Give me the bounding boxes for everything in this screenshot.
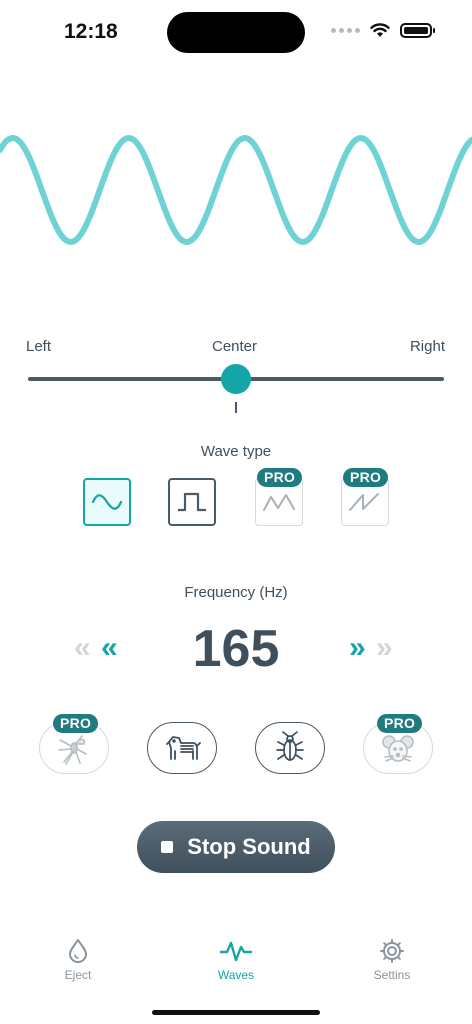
balance-left-label: Left [26, 338, 52, 355]
cellular-signal-icon [331, 28, 360, 33]
pro-badge: PRO [377, 714, 423, 733]
battery-icon [400, 23, 435, 38]
frequency-decrease-button[interactable]: « [101, 628, 118, 668]
tab-settings-label: Settins [373, 968, 411, 982]
sine-wave-icon [91, 494, 123, 510]
sawtooth-wave-icon [349, 493, 379, 511]
waveform-display [0, 134, 472, 246]
wave-type-sine-button[interactable] [83, 478, 131, 526]
preset-dog-button[interactable] [147, 722, 217, 774]
balance-slider-thumb[interactable] [221, 364, 251, 394]
tab-eject-label: Eject [64, 968, 92, 982]
stop-icon [161, 841, 174, 853]
tab-waves[interactable]: Waves [186, 938, 286, 982]
cockroach-icon [276, 731, 304, 761]
droplet-icon [69, 939, 87, 963]
tab-waves-label: Waves [217, 968, 255, 982]
wave-type-square-button[interactable] [168, 478, 216, 526]
gear-icon [380, 939, 404, 963]
frequency-label: Frequency (Hz) [184, 584, 288, 601]
status-time: 12:18 [64, 20, 118, 43]
mouse-icon [382, 735, 414, 762]
pulse-wave-icon [220, 941, 252, 962]
frequency-increase-button[interactable]: » [349, 628, 366, 668]
waveform-line [0, 134, 472, 246]
frequency-value: 165 [192, 620, 280, 678]
triangle-wave-icon [263, 494, 295, 511]
pro-badge: PRO [257, 468, 303, 487]
status-icons [331, 23, 435, 38]
wave-type-label: Wave type [200, 443, 272, 460]
balance-center-tick [235, 402, 237, 413]
mosquito-icon [58, 735, 87, 765]
tab-eject[interactable]: Eject [28, 938, 128, 982]
wifi-icon [370, 23, 390, 37]
tab-settings[interactable]: Settins [342, 938, 442, 982]
balance-right-label: Right [409, 338, 445, 355]
pro-badge: PRO [53, 714, 99, 733]
frequency-increase-large-button[interactable]: » [376, 628, 393, 668]
stop-sound-button[interactable]: Stop Sound [137, 821, 335, 873]
home-indicator [152, 1010, 320, 1015]
stop-sound-label: Stop Sound [187, 834, 311, 859]
balance-center-label: Center [212, 338, 258, 355]
preset-cockroach-button[interactable] [255, 722, 325, 774]
dynamic-island [167, 12, 305, 53]
pro-badge: PRO [343, 468, 389, 487]
frequency-decrease-large-button[interactable]: « [74, 628, 91, 668]
dog-icon [166, 736, 201, 760]
square-wave-icon [178, 492, 206, 512]
